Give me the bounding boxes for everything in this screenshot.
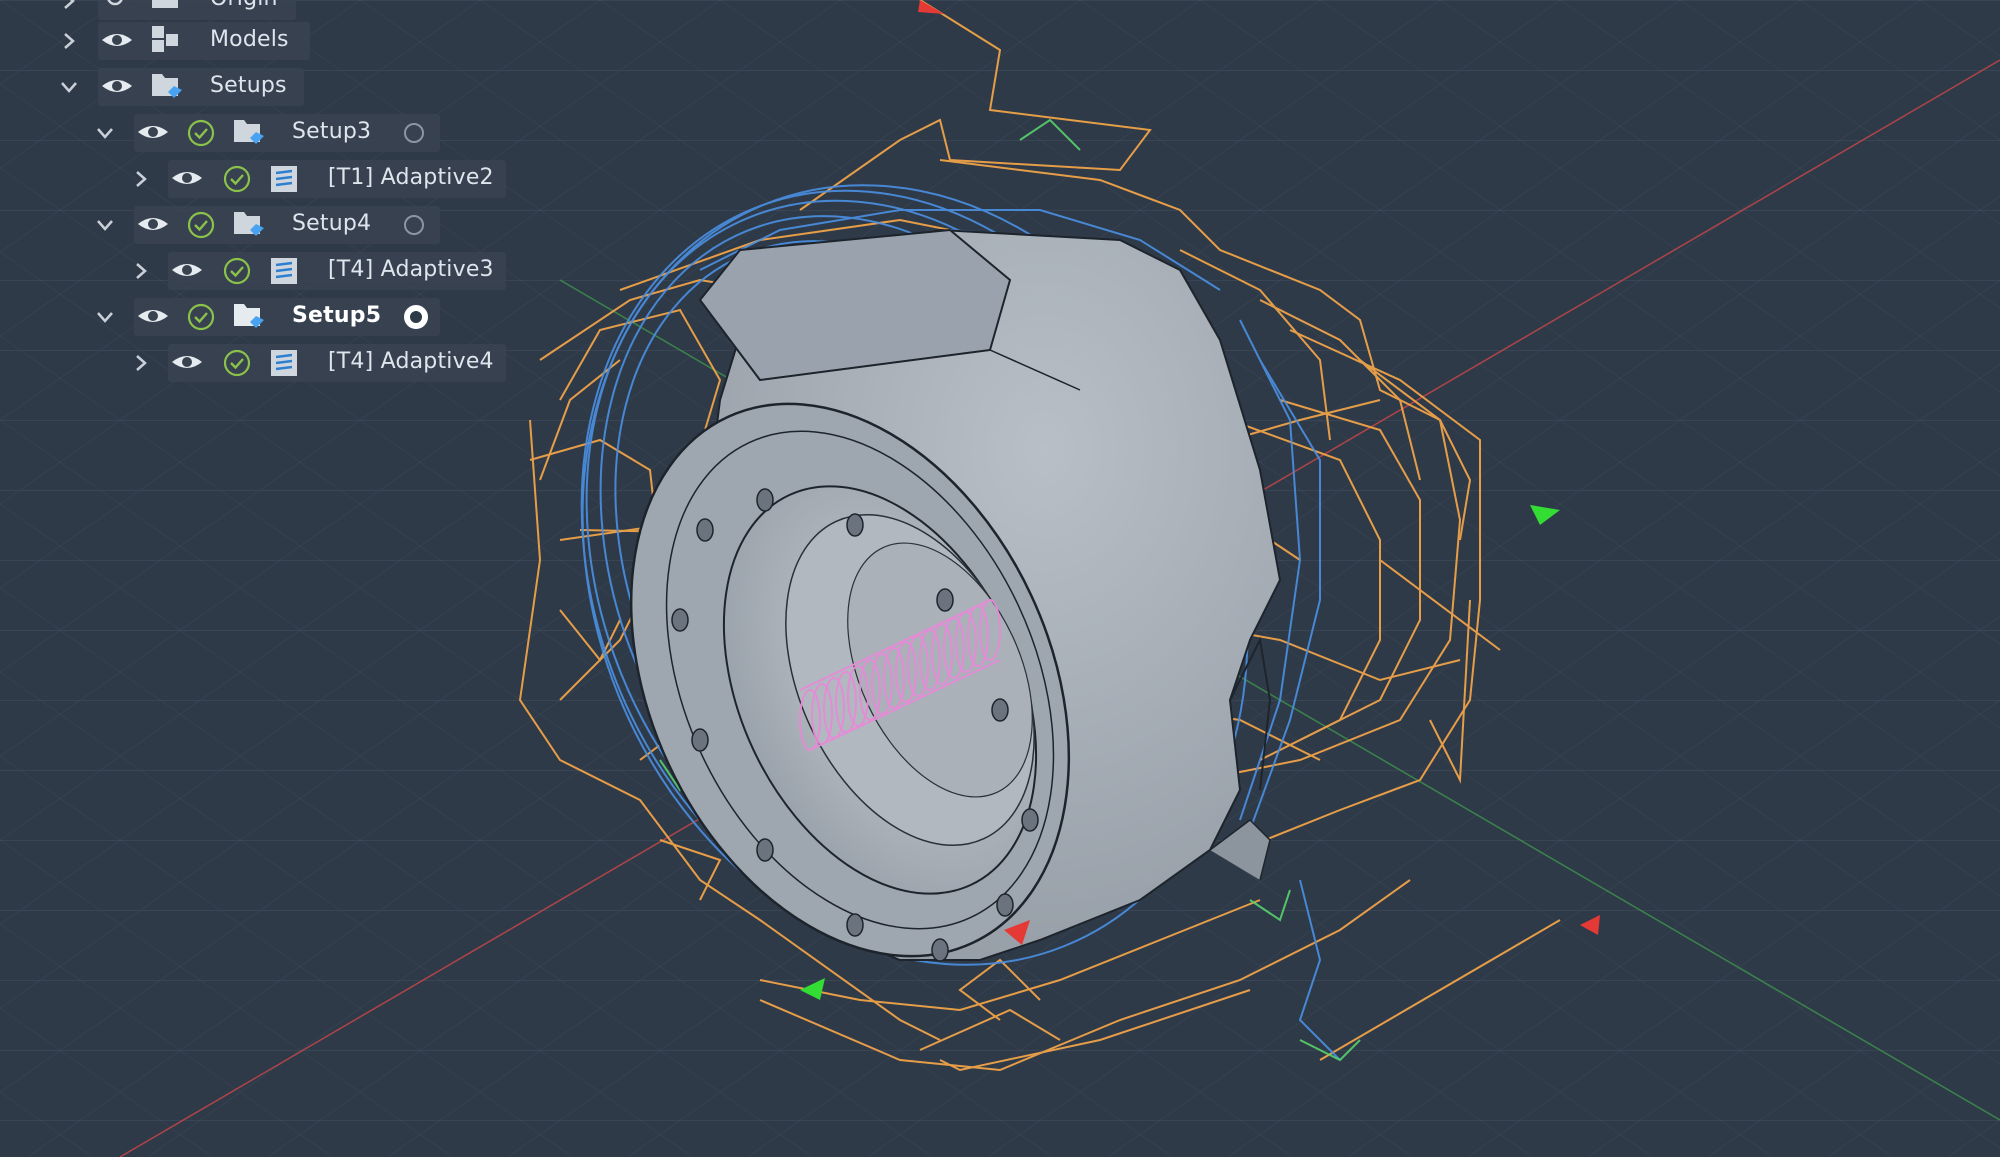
activate-setup-radio[interactable] bbox=[404, 123, 424, 143]
eye-icon[interactable] bbox=[170, 350, 204, 374]
chevron-right-icon[interactable] bbox=[58, 30, 80, 52]
adaptive-toolpath-icon bbox=[268, 255, 300, 287]
chevron-right-icon[interactable] bbox=[58, 0, 80, 12]
chevron-down-icon[interactable] bbox=[94, 214, 116, 236]
check-circle-icon bbox=[186, 118, 216, 148]
check-circle-icon bbox=[222, 164, 252, 194]
search-icon bbox=[104, 0, 130, 12]
setup-folder-icon bbox=[232, 300, 266, 330]
setup-folder-icon bbox=[150, 70, 184, 100]
tree-item-label: Origin bbox=[210, 0, 278, 11]
eye-icon[interactable] bbox=[100, 28, 134, 52]
chevron-right-icon[interactable] bbox=[130, 352, 152, 374]
tree-item-setup4[interactable]: Setup4 bbox=[0, 202, 460, 248]
tree-item-label: Setups bbox=[210, 73, 287, 98]
adaptive-toolpath-icon bbox=[268, 163, 300, 195]
chevron-right-icon[interactable] bbox=[130, 168, 152, 190]
tree-item-label: Setup3 bbox=[292, 119, 372, 144]
eye-icon[interactable] bbox=[100, 74, 134, 98]
folder-icon bbox=[150, 0, 180, 12]
tree-item-adaptive4[interactable]: [T4] Adaptive4 bbox=[0, 340, 520, 386]
tree-item-label: [T1] Adaptive2 bbox=[328, 165, 494, 190]
chevron-down-icon[interactable] bbox=[94, 306, 116, 328]
tree-item-label: Setup5 bbox=[292, 303, 382, 328]
adaptive-toolpath-icon bbox=[268, 347, 300, 379]
browser-tree: Origin Models Setups bbox=[0, 0, 560, 400]
tree-item-setup3[interactable]: Setup3 bbox=[0, 110, 460, 156]
check-circle-icon bbox=[186, 302, 216, 332]
active-setup-radio[interactable] bbox=[404, 305, 428, 329]
tree-item-setup5[interactable]: Setup5 bbox=[0, 294, 460, 340]
activate-setup-radio[interactable] bbox=[404, 215, 424, 235]
eye-icon[interactable] bbox=[170, 258, 204, 282]
tree-item-setups[interactable]: Setups bbox=[0, 64, 320, 110]
chevron-right-icon[interactable] bbox=[130, 260, 152, 282]
tree-item-label: [T4] Adaptive3 bbox=[328, 257, 494, 282]
tree-item-models[interactable]: Models bbox=[0, 18, 320, 64]
tree-item-adaptive2[interactable]: [T1] Adaptive2 bbox=[0, 156, 520, 202]
component-icon bbox=[150, 24, 180, 54]
chevron-down-icon[interactable] bbox=[94, 122, 116, 144]
tree-item-adaptive3[interactable]: [T4] Adaptive3 bbox=[0, 248, 520, 294]
tree-item-label: Models bbox=[210, 27, 289, 52]
eye-icon[interactable] bbox=[136, 212, 170, 236]
eye-icon[interactable] bbox=[136, 304, 170, 328]
check-circle-icon bbox=[222, 256, 252, 286]
check-circle-icon bbox=[186, 210, 216, 240]
tree-item-label: [T4] Adaptive4 bbox=[328, 349, 494, 374]
eye-icon[interactable] bbox=[136, 120, 170, 144]
setup-folder-icon bbox=[232, 116, 266, 146]
eye-icon[interactable] bbox=[170, 166, 204, 190]
setup-folder-icon bbox=[232, 208, 266, 238]
chevron-down-icon[interactable] bbox=[58, 76, 80, 98]
check-circle-icon bbox=[222, 348, 252, 378]
tree-item-label: Setup4 bbox=[292, 211, 372, 236]
